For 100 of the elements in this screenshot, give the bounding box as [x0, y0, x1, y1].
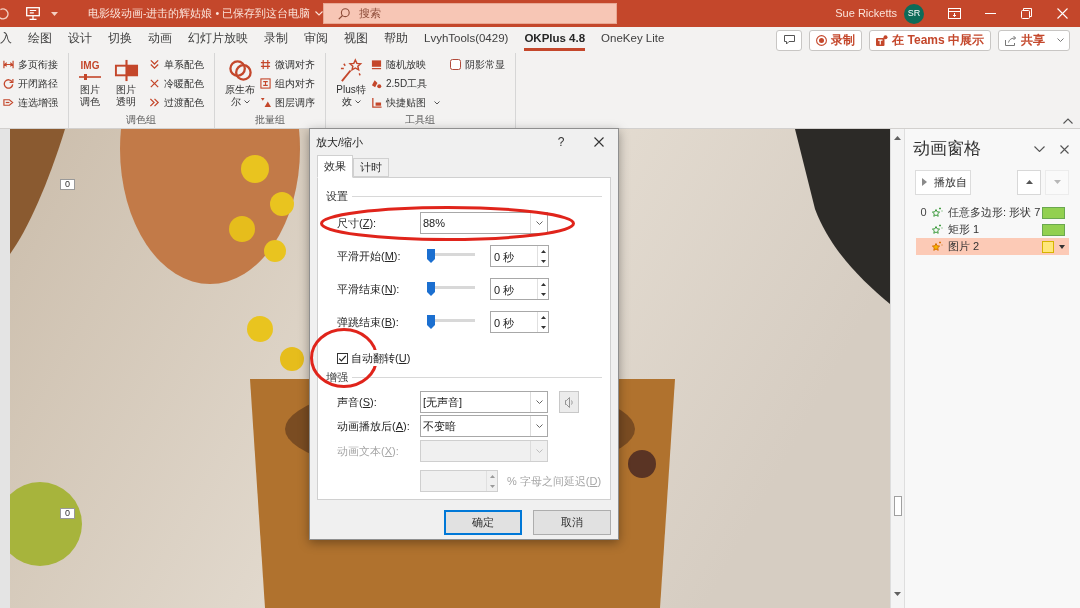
- ribbon-tab[interactable]: 绘图: [28, 29, 52, 51]
- ribbon-button[interactable]: 2.5D工具: [371, 74, 440, 93]
- play-from-button[interactable]: 播放自: [915, 169, 971, 195]
- chevron-down-icon[interactable]: [243, 100, 250, 105]
- dialog-tab[interactable]: 效果: [317, 155, 353, 178]
- ribbon-button[interactable]: 多页衔接: [3, 55, 58, 74]
- circle-arc-icon[interactable]: [0, 7, 9, 20]
- overlapping-rings-icon: [227, 57, 253, 83]
- presentation-icon[interactable]: [26, 7, 40, 20]
- section-heading: 设置: [326, 189, 348, 203]
- field-label: 尺寸(Z):: [337, 215, 378, 231]
- caret-down-icon: [1053, 180, 1061, 184]
- user-avatar[interactable]: SR: [904, 3, 924, 24]
- spin-box[interactable]: 0 秒: [490, 311, 549, 333]
- chevron-down-icon[interactable]: [1034, 146, 1045, 152]
- animation-list-item[interactable]: 图片 2: [916, 238, 1069, 255]
- spin-up-icon[interactable]: [540, 249, 546, 253]
- cross-icon: [149, 78, 160, 89]
- boxed-i-beam-icon: [260, 78, 271, 89]
- ribbon-button[interactable]: 单系配色: [149, 55, 204, 74]
- comments-button[interactable]: [776, 29, 803, 51]
- dialog-title: 放大/缩小: [316, 134, 364, 150]
- move-up-button[interactable]: [1017, 169, 1041, 195]
- ribbon-tab[interactable]: OneKey Lite: [601, 29, 665, 51]
- double-chevron-down-icon: [149, 59, 160, 70]
- close-icon[interactable]: [1060, 144, 1069, 154]
- slider[interactable]: [427, 249, 475, 263]
- ribbon-button[interactable]: 微调对齐: [260, 55, 315, 74]
- ribbon-tab[interactable]: 录制: [264, 29, 288, 51]
- spin-down-icon[interactable]: [540, 325, 546, 329]
- slider[interactable]: [427, 315, 475, 329]
- ribbon-button[interactable]: 组内对齐: [260, 74, 315, 93]
- record-button[interactable]: 录制: [809, 29, 863, 51]
- ribbon-button[interactable]: 随机放映: [371, 55, 440, 74]
- double-arrow-bars-icon: [3, 59, 14, 70]
- dialog-button[interactable]: 确定: [444, 510, 522, 535]
- teams-present-button[interactable]: 在 Teams 中展示: [869, 29, 991, 51]
- star-icon: [931, 207, 943, 218]
- caret-down-icon[interactable]: [894, 592, 901, 596]
- field-label: 弹跳结束(B):: [337, 314, 400, 330]
- ribbon-button[interactable]: 连选增强: [3, 93, 58, 112]
- dialog-tab[interactable]: 计时: [353, 158, 389, 177]
- dropdown[interactable]: 88%: [420, 212, 548, 234]
- caret-up-icon[interactable]: [894, 136, 901, 140]
- restore-icon[interactable]: [1020, 8, 1032, 19]
- ribbon-tab[interactable]: 切换: [108, 29, 132, 51]
- slider-thumb[interactable]: [427, 315, 435, 329]
- chevron-up-icon[interactable]: [1063, 118, 1073, 124]
- help-button[interactable]: ?: [553, 133, 569, 151]
- spin-down-icon[interactable]: [540, 259, 546, 263]
- ribbon-tab[interactable]: 幻灯片放映: [188, 29, 248, 51]
- chevron-down-icon[interactable]: [434, 100, 440, 105]
- ribbon-tab[interactable]: 帮助: [384, 29, 408, 51]
- ribbon-tab[interactable]: LvyhTools(0429): [424, 29, 509, 51]
- spin-box[interactable]: 0 秒: [490, 278, 549, 300]
- dropdown[interactable]: 不变暗: [420, 415, 548, 437]
- dialog-button[interactable]: 取消: [533, 510, 611, 535]
- ribbon-tab[interactable]: OKPlus 4.8: [524, 29, 586, 51]
- animation-name: 图片 2: [948, 239, 980, 255]
- ribbon-tab[interactable]: 入: [0, 29, 12, 51]
- checkbox[interactable]: [337, 352, 348, 364]
- spin-box[interactable]: 0 秒: [490, 245, 549, 267]
- close-icon[interactable]: [594, 137, 604, 147]
- animation-list-item[interactable]: 0 任意多边形: 形状 7: [916, 204, 1069, 221]
- ribbon-button[interactable]: 原生布尔: [224, 53, 256, 108]
- ribbon-tab[interactable]: 动画: [148, 29, 172, 51]
- ribbon-button[interactable]: 图层调序: [260, 93, 315, 112]
- ribbon-button[interactable]: IMG 图片调色: [77, 53, 103, 108]
- minimize-icon[interactable]: [984, 13, 996, 14]
- ribbon-tab[interactable]: 审阅: [304, 29, 328, 51]
- slider-thumb[interactable]: [427, 282, 435, 296]
- chevron-down-icon: [535, 449, 543, 453]
- slider[interactable]: [427, 282, 475, 296]
- ribbon-button[interactable]: 过渡配色: [149, 93, 204, 112]
- ribbon-tab[interactable]: 视图: [344, 29, 368, 51]
- sound-button[interactable]: [559, 391, 579, 413]
- scrollbar-thumb[interactable]: [893, 496, 902, 516]
- ribbon-button[interactable]: 图片透明: [113, 53, 139, 108]
- group-label: 工具组: [405, 113, 435, 127]
- ribbon-tab[interactable]: 设计: [68, 29, 92, 51]
- ribbon-button[interactable]: 开闭路径: [3, 74, 58, 93]
- animation-list-item[interactable]: 矩形 1: [916, 221, 1069, 238]
- spin-down-icon[interactable]: [540, 292, 546, 296]
- ribbon-button[interactable]: 冷暖配色: [149, 74, 204, 93]
- double-chevron-right-icon: [149, 97, 160, 108]
- caret-icon[interactable]: [51, 11, 58, 16]
- slider-thumb[interactable]: [427, 249, 435, 263]
- ribbon-button[interactable]: 快捷贴图: [371, 93, 440, 112]
- caret-down-icon[interactable]: [1059, 244, 1065, 249]
- spin-up-icon[interactable]: [540, 315, 546, 319]
- ribbon-button[interactable]: Plus特效: [335, 53, 367, 108]
- chevron-down-icon[interactable]: [354, 100, 361, 105]
- search-field[interactable]: 搜索: [323, 3, 617, 24]
- share-button[interactable]: 共享: [998, 29, 1070, 51]
- spin-up-icon[interactable]: [540, 282, 546, 286]
- document-title: 电影级动画-进击的辉姑娘 • 已保存到这台电脑: [88, 5, 310, 21]
- checkbox[interactable]: [450, 59, 461, 70]
- ribbon-display-icon[interactable]: [947, 8, 961, 19]
- checkbox-option[interactable]: 阴影常显: [450, 55, 505, 74]
- dropdown[interactable]: [无声音]: [420, 391, 548, 413]
